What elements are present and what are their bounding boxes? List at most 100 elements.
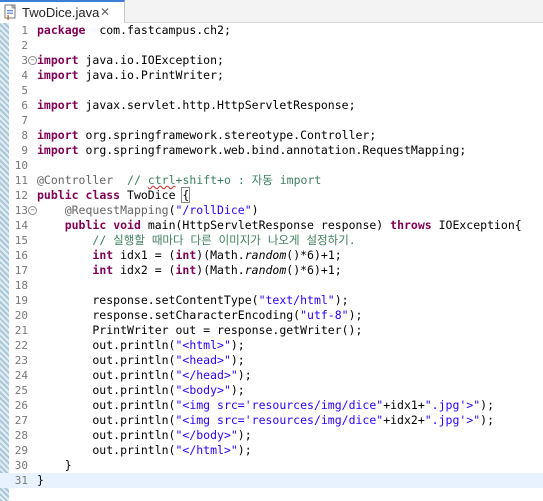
code-line[interactable]: 6 import javax.servlet.http.HttpServletRe… (0, 98, 543, 113)
code-text: } (37, 473, 44, 488)
line-number: 11 (14, 174, 28, 187)
code-text: response.setContentType("text/html"); (37, 293, 349, 308)
fold-toggle-icon[interactable]: − (28, 206, 37, 215)
code-line[interactable]: 7 (0, 113, 543, 128)
code-line[interactable]: 5 (0, 83, 543, 98)
code-text: @Controller // ctrl+shift+o : 자동 import (37, 173, 321, 188)
code-token: response.setCharacterEncoding( (37, 308, 301, 322)
code-line[interactable]: 28 out.println("</body>"); (0, 428, 543, 443)
code-token: org.springframework.stereotype.Controlle… (78, 128, 377, 142)
line-number: 13 (14, 204, 28, 217)
code-token: import (37, 143, 79, 157)
fold-toggle-icon[interactable]: − (28, 56, 37, 65)
line-number: 30 (14, 459, 28, 472)
code-token: +idx1+ (383, 398, 425, 412)
code-token: ); (237, 368, 252, 382)
code-line[interactable]: 10 (0, 158, 543, 173)
code-area[interactable]: 1 package com.fastcampus.ch2; 2 3− import ja… (0, 23, 543, 488)
code-token: @Controller (37, 173, 114, 187)
code-token: } (37, 458, 72, 472)
code-line[interactable]: 21 PrintWriter out = response.getWriter(… (0, 323, 543, 338)
code-token: int (92, 248, 114, 262)
code-text: int idx1 = (int)(Math.random()*6)+1; (37, 248, 341, 263)
code-token: ); (237, 443, 252, 457)
code-text: out.println("<body>"); (37, 383, 244, 398)
line-number: 20 (14, 309, 28, 322)
code-line[interactable]: 23 out.println("<head>"); (0, 353, 543, 368)
line-number: 5 (21, 84, 28, 97)
code-line[interactable]: 14 public void main(HttpServletResponse … (0, 218, 543, 233)
code-text: @RequestMapping("/rollDice") (37, 203, 259, 218)
code-token: class (85, 188, 121, 202)
code-token: // (120, 173, 148, 187)
code-token: import (37, 98, 79, 112)
code-line[interactable]: 30 } (0, 458, 543, 473)
code-text: out.println("</body>"); (37, 428, 251, 443)
tab-twodice-java[interactable]: J TwoDice.java ✕ (0, 0, 125, 23)
code-token: "</head>" (175, 368, 238, 382)
code-line[interactable]: 13− @RequestMapping("/rollDice") (0, 203, 543, 218)
code-token: random (244, 263, 287, 277)
code-line[interactable]: 12 public class TwoDice { (0, 187, 543, 203)
code-token: out.println( (37, 443, 176, 457)
code-editor[interactable]: 1 package com.fastcampus.ch2; 2 3− import ja… (0, 23, 543, 501)
code-text: // 실행할 때마다 다른 이미지가 나오게 설정하기. (37, 233, 355, 248)
code-line[interactable]: 27 out.println("<img src='resources/img/… (0, 413, 543, 428)
code-line[interactable]: 11 @Controller // ctrl+shift+o : 자동 impor… (0, 173, 543, 188)
code-line[interactable]: 4 import java.io.PrintWriter; (0, 68, 543, 83)
code-text: out.println("<img src='resources/img/dic… (37, 398, 494, 413)
code-line[interactable]: 2 (0, 38, 543, 53)
code-line[interactable]: 29 out.println("</html>"); (0, 443, 543, 458)
code-text: public void main(HttpServletResponse res… (37, 218, 522, 233)
code-token: "<img src='resources/img/dice" (175, 398, 384, 412)
code-line[interactable]: 3− import java.io.IOException; (0, 53, 543, 68)
code-line[interactable]: 17 int idx2 = (int)(Math.random()*6)+1; (0, 263, 543, 278)
line-number: 17 (14, 264, 28, 277)
code-token: ()*6)+1; (286, 263, 342, 277)
code-line[interactable]: 1 package com.fastcampus.ch2; (0, 23, 543, 38)
code-text: out.println("<img src='resources/img/dic… (37, 413, 494, 428)
code-text: import java.io.IOException; (37, 53, 224, 68)
code-token: org.springframework.web.bind.annotation.… (78, 143, 467, 157)
line-number: 3 (21, 54, 28, 67)
code-token: public (64, 218, 107, 232)
code-token: import (37, 68, 79, 82)
code-text: out.println("<html>"); (37, 338, 244, 353)
close-icon[interactable]: ✕ (100, 4, 110, 21)
code-token: package (37, 23, 86, 37)
code-token: throws (390, 218, 432, 232)
code-line[interactable]: 15 // 실행할 때마다 다른 이미지가 나오게 설정하기. (0, 233, 543, 248)
line-number: 21 (14, 324, 28, 337)
code-line[interactable]: 22 out.println("<html>"); (0, 338, 543, 353)
code-token: "</html>" (175, 443, 238, 457)
code-line[interactable]: 24 out.println("</head>"); (0, 368, 543, 383)
line-number: 23 (14, 354, 28, 367)
svg-text:J: J (6, 15, 9, 21)
line-number: 19 (14, 294, 28, 307)
line-number: 6 (21, 99, 28, 112)
code-line[interactable]: 9 import org.springframework.web.bind.ann… (0, 143, 543, 158)
code-line[interactable]: 16 int idx1 = (int)(Math.random()*6)+1; (0, 248, 543, 263)
line-number: 15 (14, 234, 28, 247)
line-number: 18 (14, 279, 28, 292)
line-number: 22 (14, 339, 28, 352)
code-text: public class TwoDice { (37, 187, 191, 203)
code-line[interactable]: 8 import org.springframework.stereotype.C… (0, 128, 543, 143)
code-line[interactable]: 26 out.println("<img src='resources/img/… (0, 398, 543, 413)
code-token: int (175, 248, 197, 262)
code-token: ); (334, 293, 349, 307)
code-token: ".jpg'>" (424, 398, 481, 412)
code-line[interactable]: 20 response.setCharacterEncoding("utf-8"… (0, 308, 543, 323)
code-token: out.println( (37, 338, 176, 352)
code-token: response.setContentType( (37, 293, 259, 307)
code-line[interactable]: 31} (0, 473, 543, 488)
code-line[interactable]: 18 (0, 278, 543, 293)
code-token: "/rollDice" (175, 203, 252, 217)
line-number: 10 (14, 159, 28, 172)
line-number: 9 (21, 144, 28, 157)
code-text: import org.springframework.web.bind.anno… (37, 143, 466, 158)
code-line[interactable]: 25 out.println("<body>"); (0, 383, 543, 398)
code-line[interactable]: 19 response.setContentType("text/html"); (0, 293, 543, 308)
